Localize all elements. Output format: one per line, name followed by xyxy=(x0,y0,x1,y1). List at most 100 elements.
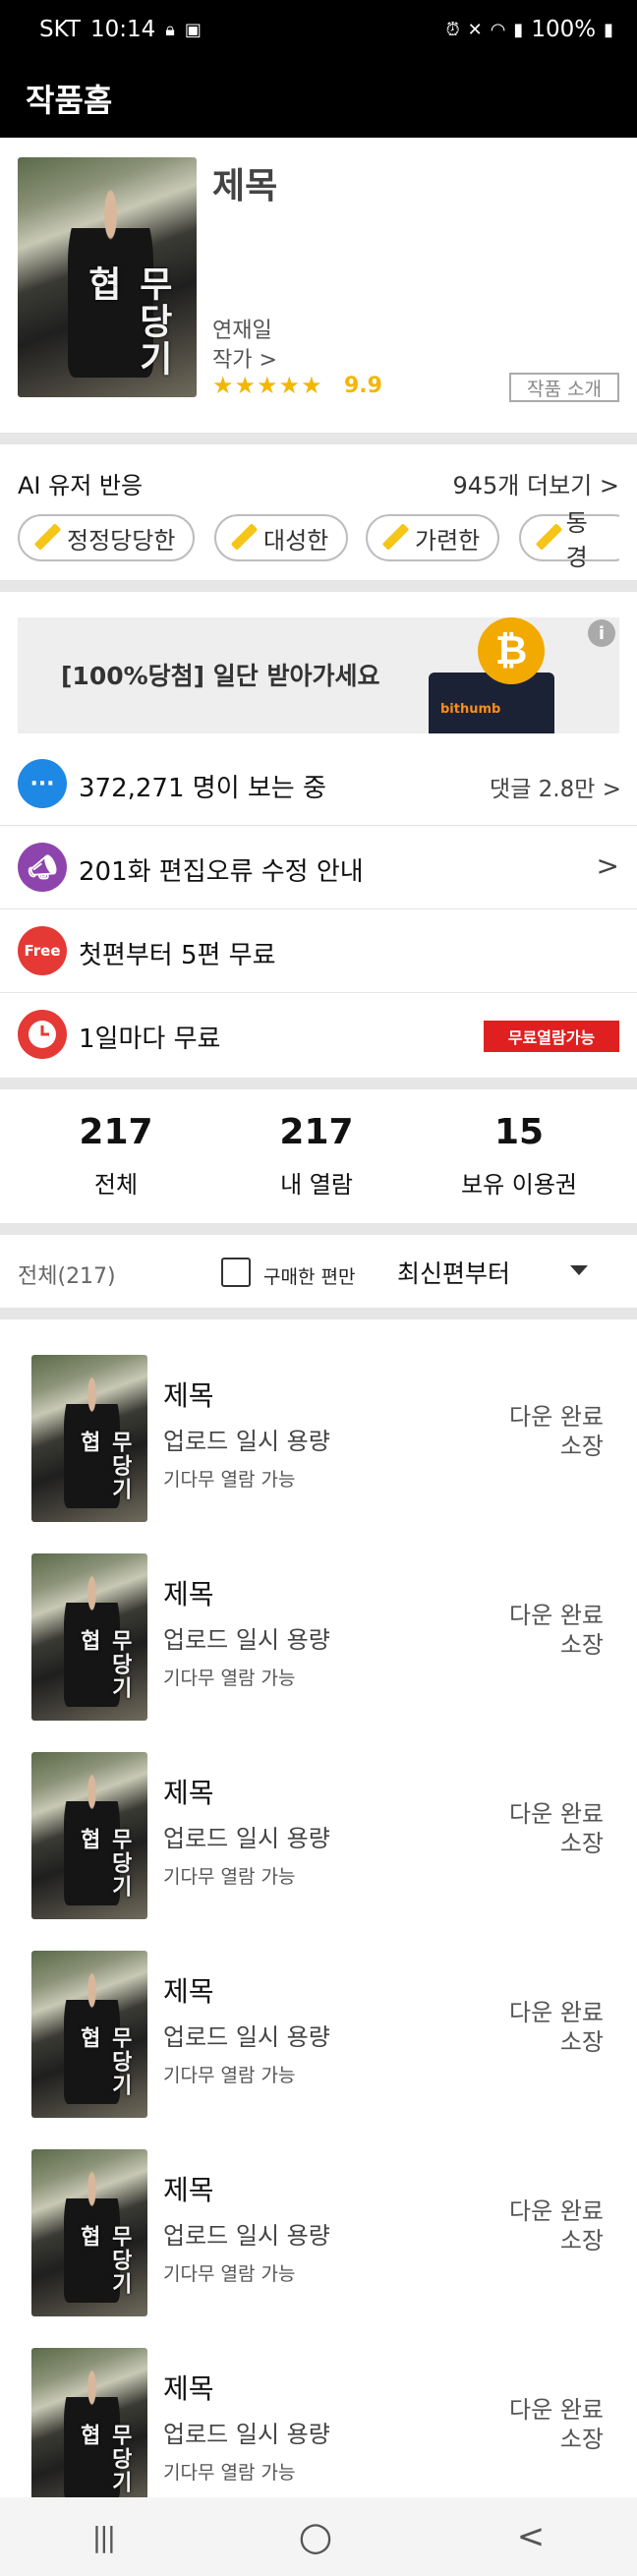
pencil-icon xyxy=(533,524,558,552)
divider xyxy=(0,1078,637,1089)
author-link[interactable]: 작가 > xyxy=(212,342,277,374)
episode-thumbnail: 무당기협 xyxy=(31,1553,147,1721)
episode-status: 다운 완료 소장 xyxy=(509,1601,604,1660)
download-status: 다운 완료 xyxy=(509,1403,604,1431)
episode-status: 다운 완료 소장 xyxy=(509,1998,604,2057)
recent-apps-button[interactable]: ||| xyxy=(92,2521,116,2553)
pencil-icon xyxy=(31,524,59,552)
episode-row[interactable]: 무당기협 제목업로드 일시 용량기다무 열람 가능 다운 완료 소장 xyxy=(0,1355,637,1532)
episode-title: 제목 xyxy=(163,2174,214,2206)
download-status: 다운 완료 xyxy=(509,1999,604,2026)
episode-wait-free: 기다무 열람 가능 xyxy=(163,2065,296,2086)
stat-read-value: 217 xyxy=(279,1112,354,1152)
app-bar: 작품홈 xyxy=(0,59,637,138)
episode-row[interactable]: 무당기협 제목업로드 일시 용량기다무 열람 가능 다운 완료 소장 xyxy=(0,2149,637,2326)
intro-button[interactable]: 작품 소개 xyxy=(509,373,619,402)
episode-meta: 업로드 일시 용량 xyxy=(163,2023,330,2051)
status-bar: SKT 10:14 🔒︎ ▣ ⏰︎ ✕ ◠ ▮ 100% ▮ xyxy=(0,0,637,59)
episode-wait-free: 기다무 열람 가능 xyxy=(163,1668,296,1689)
divider xyxy=(0,433,637,444)
divider xyxy=(0,1223,637,1235)
chat-icon: ··· xyxy=(18,759,67,808)
back-button[interactable]: < xyxy=(517,2517,546,2556)
bitcoin-icon: ₿ xyxy=(478,617,545,684)
rating-stars: ★★★★★ xyxy=(212,372,323,399)
owned-status: 소장 xyxy=(559,1830,604,1857)
download-status: 다운 완료 xyxy=(509,2197,604,2225)
episode-status: 다운 완료 소장 xyxy=(509,1799,604,1858)
comments-link[interactable]: 댓글 2.8만 > xyxy=(490,770,621,803)
episode-wait-free: 기다무 열람 가능 xyxy=(163,2263,296,2285)
stat-tickets-value: 15 xyxy=(493,1112,545,1152)
episode-thumbnail: 무당기협 xyxy=(31,1951,147,2118)
stat-read-label: 내 열람 xyxy=(280,1171,353,1199)
ai-reaction-more[interactable]: 945개 더보기 > xyxy=(453,466,620,500)
home-button[interactable]: ○ xyxy=(298,2514,332,2559)
episode-title: 제목 xyxy=(163,1379,214,1412)
work-title: 제목 xyxy=(212,166,278,206)
episode-meta: 업로드 일시 용량 xyxy=(163,1428,330,1455)
episode-thumbnail: 무당기협 xyxy=(31,1355,147,1522)
episode-row[interactable]: 무당기협 제목 업로드 일시 용량 기다무 열람 가능 다운 완료 소장 xyxy=(0,1752,637,1929)
clock-icon xyxy=(18,1010,67,1059)
episode-title: 제목 xyxy=(163,2372,214,2405)
episode-title: 제목 xyxy=(163,1777,214,1809)
episode-title: 제목 xyxy=(163,1975,214,2008)
info-icon[interactable]: i xyxy=(588,619,615,647)
episode-row[interactable]: 무당기협 제목 업로드 일시 용량 기다무 열람 가능 다운 완료 소장 xyxy=(0,1553,637,1730)
notice-row[interactable]: 📣︎ 201화 편집오류 수정 안내 > xyxy=(0,826,637,908)
clock: 10:14 xyxy=(89,17,156,42)
owned-status: 소장 xyxy=(559,2426,604,2453)
episode-row[interactable]: 무당기협 제목업로드 일시 용량기다무 열람 가능 다운 완료 소장 xyxy=(0,1951,637,2128)
pencil-icon xyxy=(379,524,407,552)
chevron-right-icon: > xyxy=(596,849,619,882)
mute-icon: ✕ xyxy=(467,19,483,40)
chevron-down-icon[interactable] xyxy=(570,1265,588,1275)
stat-total-label: 전체 xyxy=(93,1171,139,1199)
lock-icon: 🔒︎ xyxy=(165,19,175,40)
episode-meta: 업로드 일시 용량 xyxy=(163,2222,330,2250)
stat-tickets-label: 보유 이용권 xyxy=(460,1171,578,1199)
megaphone-icon: 📣︎ xyxy=(18,843,67,892)
episode-thumbnail: 무당기협 xyxy=(31,2348,147,2515)
download-status: 다운 완료 xyxy=(509,2396,604,2424)
reaction-chip[interactable]: 가련한 xyxy=(366,514,500,561)
reaction-chip[interactable]: 대성한 xyxy=(214,514,349,561)
image-icon: ▣ xyxy=(184,19,202,40)
owned-status: 소장 xyxy=(559,2227,604,2254)
episode-status: 다운 완료 소장 xyxy=(509,2395,604,2454)
stat-total-value: 217 xyxy=(79,1112,153,1152)
free-view-badge: 무료열람가능 xyxy=(484,1021,619,1052)
owned-status: 소장 xyxy=(559,1631,604,1659)
ai-reaction-label: AI 유저 반응 xyxy=(18,472,144,499)
episode-thumbnail: 무당기협 xyxy=(31,2149,147,2316)
battery-percent: 100% xyxy=(531,17,597,42)
wallet-graphic: bithumb xyxy=(429,673,554,733)
episode-meta: 업로드 일시 용량 xyxy=(163,1825,330,1852)
viewers-row[interactable]: ··· 372,271 명이 보는 중 댓글 2.8만 > xyxy=(0,742,637,825)
ad-banner[interactable]: [100%당첨] 일단 받아가세요 bithumb ₿ i xyxy=(18,617,619,733)
episode-wait-free: 기다무 열람 가능 xyxy=(163,1469,296,1491)
download-status: 다운 완료 xyxy=(509,1602,604,1629)
cover-title: 무당기협 xyxy=(81,264,174,378)
sort-select[interactable]: 최신편부터 xyxy=(397,1255,510,1290)
episode-count: 전체(217) xyxy=(18,1264,116,1289)
wait-free-row: 1일마다 무료 무료열람가능 xyxy=(0,993,637,1076)
episode-status: 다운 완료 소장 xyxy=(509,2196,604,2255)
rating-value: 9.9 xyxy=(344,374,382,398)
reaction-chip[interactable]: 정정당당한 xyxy=(18,514,196,561)
ad-text: [100%당첨] 일단 받아가세요 xyxy=(61,662,380,690)
wifi-icon: ◠ xyxy=(490,19,506,40)
purchased-checkbox[interactable] xyxy=(221,1258,251,1287)
system-nav-bar: ||| ○ < xyxy=(0,2497,637,2576)
episode-status: 다운 완료 소장 xyxy=(509,1402,604,1461)
episode-wait-free: 기다무 열람 가능 xyxy=(163,2462,296,2484)
divider xyxy=(0,1308,637,1319)
battery-icon: ▮ xyxy=(604,19,613,40)
episode-meta: 업로드 일시 용량 xyxy=(163,1626,330,1654)
work-cover[interactable]: 무당기협 xyxy=(18,157,197,397)
free-episodes-row: Free 첫편부터 5편 무료 xyxy=(0,909,637,992)
episode-meta: 업로드 일시 용량 xyxy=(163,2421,330,2448)
owned-status: 소장 xyxy=(559,2028,604,2056)
carrier: SKT xyxy=(39,17,81,42)
